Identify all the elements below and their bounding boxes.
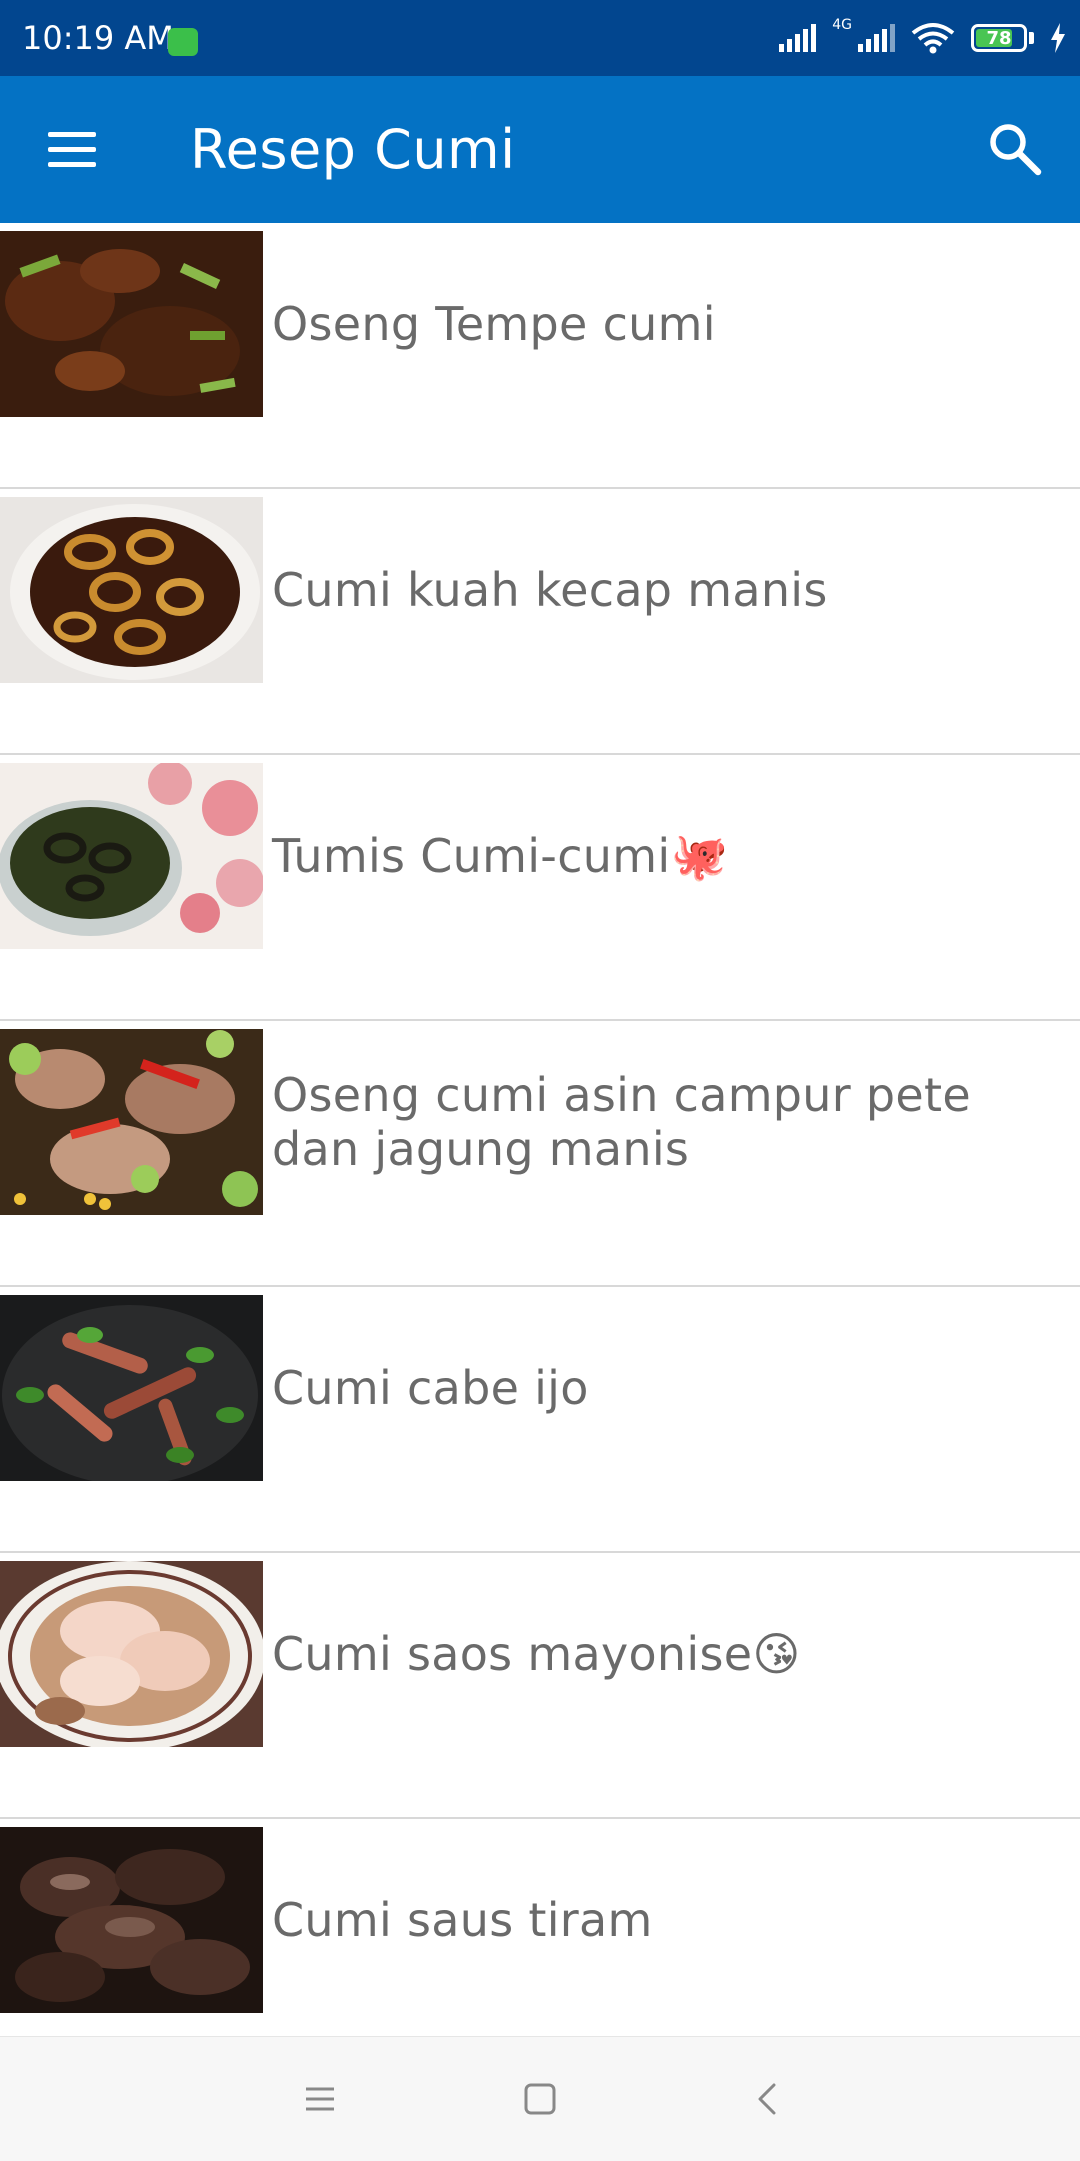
- recipe-thumbnail: [0, 1295, 263, 1481]
- recipe-title: Tumis Cumi-cumi🐙: [272, 829, 729, 883]
- recipe-thumbnail: [0, 231, 263, 417]
- recipe-list: Oseng Tempe cumi Cumi kuah kecap manis T…: [0, 223, 1080, 2085]
- recipe-thumbnail: [0, 1561, 263, 1747]
- search-icon[interactable]: [982, 116, 1046, 180]
- charging-icon: [1051, 23, 1065, 53]
- hamburger-menu-icon[interactable]: [34, 119, 110, 179]
- recipe-item[interactable]: Oseng cumi asin campur pete dan jagung m…: [0, 1021, 1080, 1287]
- battery-icon: 78: [971, 24, 1027, 52]
- recipe-thumbnail: [0, 1029, 263, 1215]
- recipe-item[interactable]: Tumis Cumi-cumi🐙: [0, 755, 1080, 1021]
- recipe-title: Oseng Tempe cumi: [272, 297, 716, 351]
- network-type-label: 4G: [832, 17, 852, 33]
- notification-app-icon: [168, 28, 198, 56]
- status-bar: 10:19 AM 4G 78: [0, 0, 1080, 76]
- recipe-item[interactable]: Oseng Tempe cumi: [0, 223, 1080, 489]
- wifi-icon: [911, 23, 955, 54]
- recipe-title: Cumi saos mayonise😘: [272, 1627, 801, 1681]
- recipe-thumbnail: [0, 763, 263, 949]
- recipe-title: Cumi saus tiram: [272, 1893, 653, 1947]
- battery-level: 78: [986, 27, 1012, 49]
- status-time: 10:19 AM: [22, 19, 174, 57]
- signal-icon: [779, 24, 817, 52]
- page-title: Resep Cumi: [190, 118, 516, 181]
- system-nav-bar: [0, 2036, 1080, 2161]
- recipe-thumbnail: [0, 497, 263, 683]
- app-bar: Resep Cumi: [0, 76, 1080, 223]
- battery-cap: [1029, 32, 1034, 44]
- recipe-thumbnail: [0, 1827, 263, 2013]
- home-icon[interactable]: [518, 2077, 562, 2121]
- signal-4g-icon: [858, 24, 895, 52]
- status-icons: 4G 78: [779, 18, 1066, 58]
- recipe-item[interactable]: Cumi kuah kecap manis: [0, 489, 1080, 755]
- recipe-title: Cumi kuah kecap manis: [272, 563, 828, 617]
- back-icon[interactable]: [746, 2077, 790, 2121]
- recipe-item[interactable]: Cumi saos mayonise😘: [0, 1553, 1080, 1819]
- recipe-title: Cumi cabe ijo: [272, 1361, 589, 1415]
- recents-icon[interactable]: [298, 2077, 342, 2121]
- recipe-item[interactable]: Cumi cabe ijo: [0, 1287, 1080, 1553]
- recipe-title: Oseng cumi asin campur pete dan jagung m…: [272, 1068, 971, 1176]
